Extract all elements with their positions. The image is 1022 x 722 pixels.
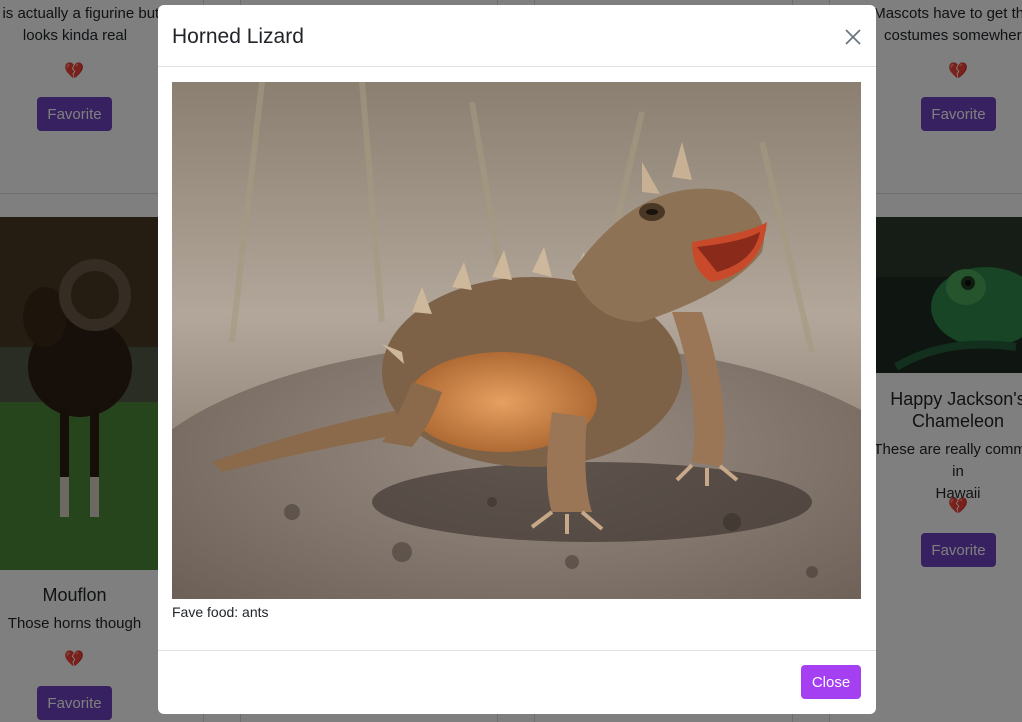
modal-footer: Close: [158, 650, 876, 714]
modal-title: Horned Lizard: [172, 25, 304, 48]
horned-lizard-photo: [172, 82, 861, 599]
modal-header: Horned Lizard: [158, 5, 876, 67]
close-icon[interactable]: [842, 26, 864, 48]
modal-body: Fave food: ants: [158, 67, 876, 649]
close-button[interactable]: Close: [801, 665, 861, 699]
fave-food-text: Fave food: ants: [172, 604, 269, 620]
animal-modal: Horned Lizard Fave food: ants Close: [158, 5, 876, 714]
